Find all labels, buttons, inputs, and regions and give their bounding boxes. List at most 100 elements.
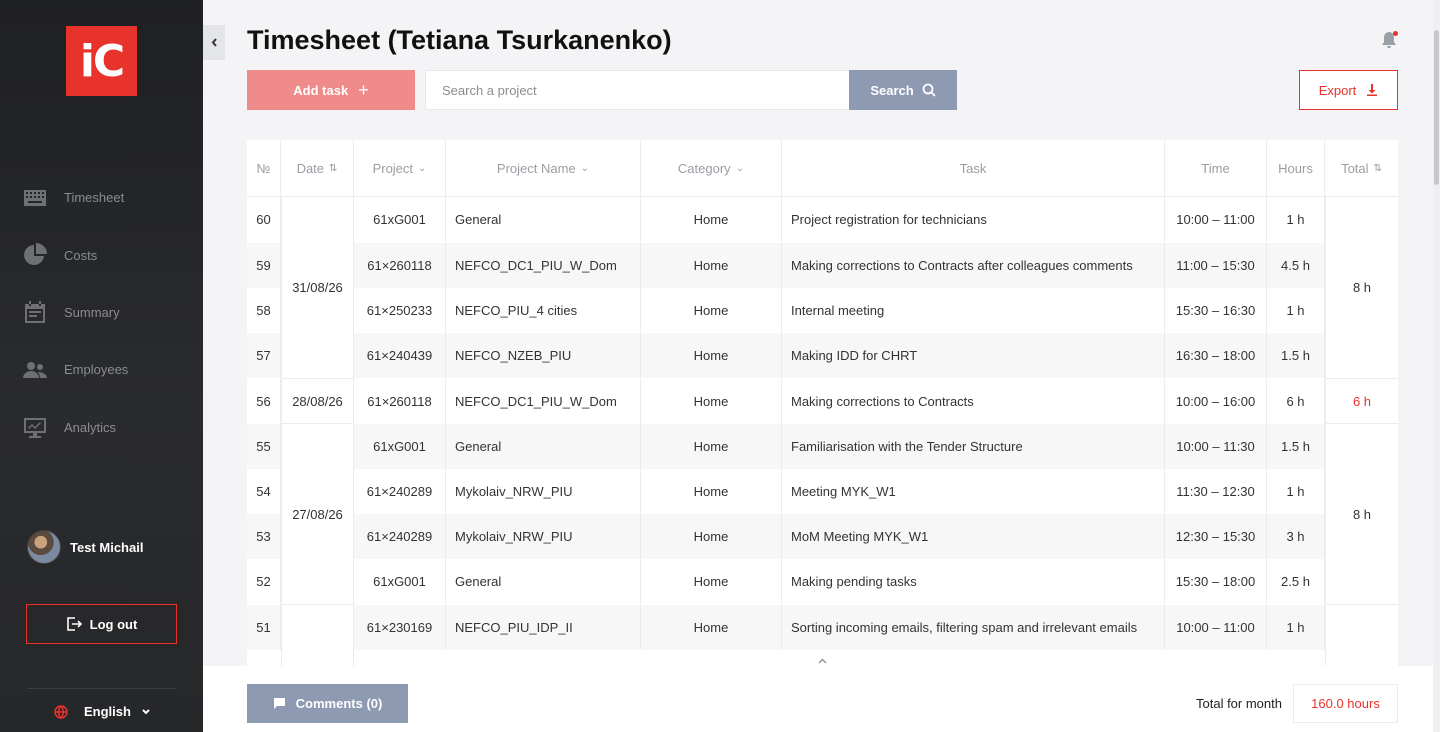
search-input[interactable] (425, 70, 850, 110)
row-number-cell: 54 (247, 469, 281, 514)
collapse-sidebar-button[interactable] (203, 25, 225, 60)
notifications-button[interactable] (1380, 31, 1400, 51)
task-cell: Internal meeting (782, 288, 1165, 333)
table-row[interactable]: 60 61xG001 General Home Project registration… (247, 197, 1398, 242)
hours-cell: 1 h (1267, 197, 1325, 242)
time-range-cell: 12:30 – 15:30 (1165, 514, 1267, 559)
column-header-category[interactable]: Category ⌄ (641, 140, 782, 197)
sidebar-item-label: Timesheet (64, 190, 125, 206)
category-cell: Home (641, 288, 782, 333)
group-date (281, 605, 354, 666)
total-month-value: 160.0 hours (1293, 684, 1398, 723)
chevron-down-icon: ⌄ (418, 163, 427, 174)
total-month-label: Total for month (1196, 696, 1282, 711)
column-header-time: Time (1165, 140, 1267, 197)
user-name: Test Michail (70, 539, 144, 555)
page-scrollbar[interactable] (1433, 0, 1440, 732)
task-cell: MoM Meeting MYK_W1 (782, 514, 1165, 559)
task-cell: Making IDD for CHRT (782, 333, 1165, 378)
project-name-cell: NEFCO_PIU_4 cities (446, 288, 641, 333)
column-header-date[interactable]: Date ⇅ (281, 140, 354, 197)
time-range-cell: 15:30 – 16:30 (1165, 288, 1267, 333)
timesheet-table: № Date ⇅ Project ⌄ Project Name ⌄ Category ⌄… (247, 140, 1398, 666)
sidebar-item-analytics[interactable]: Analytics (0, 399, 203, 456)
project-name-cell: NEFCO_PIU_IDP_II (446, 605, 641, 650)
user-profile[interactable]: Test Michail (27, 530, 143, 564)
table-row[interactable]: 56 61×260118 NEFCO_DC1_PIU_W_Dom Home Making… (247, 379, 1398, 424)
task-cell: Meeting MYK_W1 (782, 469, 1165, 514)
language-select[interactable]: English (54, 704, 151, 719)
table-row[interactable]: 55 61xG001 General Home Familiarisation with… (247, 424, 1398, 469)
table-row[interactable]: 59 61×260118 NEFCO_DC1_PIU_W_Dom Home Making… (247, 243, 1398, 288)
table-row[interactable]: 51 61×230169 NEFCO_PIU_IDP_II Home Sorting i… (247, 605, 1398, 650)
table-row[interactable]: 52 61xG001 General Home Making pending tasks… (247, 559, 1398, 604)
chevron-down-icon: ⌄ (580, 163, 590, 174)
hours-cell: 4.5 h (1267, 243, 1325, 288)
group-total: 6 h (1325, 379, 1398, 424)
scrollbar-thumb[interactable] (1434, 30, 1439, 185)
comments-button[interactable]: Comments (0) (247, 684, 408, 723)
calendar-icon (25, 301, 45, 324)
project-code-cell: 61xG001 (354, 559, 446, 604)
hours-cell: 1.5 h (1267, 424, 1325, 469)
table-row[interactable]: 57 61×240439 NEFCO_NZEB_PIU Home Making IDD … (247, 333, 1398, 378)
column-header-task: Task (782, 140, 1165, 197)
row-number-cell: 51 (247, 605, 281, 650)
divider (27, 688, 176, 689)
sidebar-item-label: Analytics (64, 419, 117, 435)
pie-chart-icon (24, 243, 47, 266)
hours-cell: 2.5 h (1267, 559, 1325, 604)
column-header-total[interactable]: Total ⇅ (1325, 140, 1398, 197)
logout-icon (66, 617, 82, 631)
category-cell: Home (641, 469, 782, 514)
logout-button[interactable]: Log out (26, 604, 177, 644)
group-date: 28/08/26 (281, 379, 354, 424)
search-icon (922, 83, 936, 97)
row-number-cell: 59 (247, 243, 281, 288)
sort-icon: ⇅ (1373, 163, 1382, 174)
table-header: № Date ⇅ Project ⌄ Project Name ⌄ Category ⌄… (247, 140, 1398, 197)
avatar (27, 530, 61, 564)
project-name-cell: NEFCO_DC1_PIU_W_Dom (446, 243, 641, 288)
users-icon (23, 361, 47, 378)
time-range-cell: 10:00 – 11:00 (1165, 197, 1267, 242)
table-row[interactable]: 54 61×240289 Mykolaiv_NRW_PIU Home Meeting M… (247, 469, 1398, 514)
sidebar-nav: Timesheet Costs Summary Employees Analyt… (0, 169, 203, 456)
group-date: 31/08/26 (281, 197, 354, 379)
add-task-button[interactable]: Add task + (247, 70, 415, 110)
column-header-project-name[interactable]: Project Name ⌄ (446, 140, 641, 197)
table-row[interactable]: 58 61×250233 NEFCO_PIU_4 cities Home Interna… (247, 288, 1398, 333)
notification-dot (1393, 31, 1398, 36)
project-code-cell: 61×230169 (354, 605, 446, 650)
globe-icon (54, 704, 68, 719)
category-cell: Home (641, 605, 782, 650)
sidebar-item-costs[interactable]: Costs (0, 226, 203, 283)
page-title: Timesheet (Tetiana Tsurkanenko) (247, 25, 672, 55)
category-cell: Home (641, 559, 782, 604)
sort-icon: ⇅ (329, 163, 338, 174)
hours-cell: 1 h (1267, 605, 1325, 650)
project-code-cell: 61xG001 (354, 424, 446, 469)
time-range-cell: 10:00 – 11:00 (1165, 605, 1267, 650)
column-header-project[interactable]: Project ⌄ (354, 140, 446, 197)
project-code-cell: 61×260118 (354, 379, 446, 424)
sidebar-item-employees[interactable]: Employees (0, 341, 203, 398)
search-label: Search (870, 82, 914, 98)
sidebar-item-timesheet[interactable]: Timesheet (0, 169, 203, 226)
column-header-number: № (247, 140, 281, 197)
column-header-hours: Hours (1267, 140, 1325, 197)
search-button[interactable]: Search (849, 70, 957, 110)
row-number-cell: 60 (247, 197, 281, 242)
row-number-cell: 56 (247, 379, 281, 424)
logo[interactable]: iC (66, 26, 137, 96)
sidebar-item-label: Employees (64, 362, 129, 378)
table-row[interactable]: 53 61×240289 Mykolaiv_NRW_PIU Home MoM Meeti… (247, 514, 1398, 559)
export-button[interactable]: Export (1299, 70, 1398, 110)
hours-cell: 1.5 h (1267, 333, 1325, 378)
project-name-cell: General (446, 424, 641, 469)
sidebar-item-summary[interactable]: Summary (0, 284, 203, 341)
task-cell: Familiarisation with the Tender Structur… (782, 424, 1165, 469)
footer-bar: Comments (0) Total for month 160.0 hours (203, 666, 1433, 732)
category-cell: Home (641, 333, 782, 378)
comment-icon (273, 698, 285, 709)
